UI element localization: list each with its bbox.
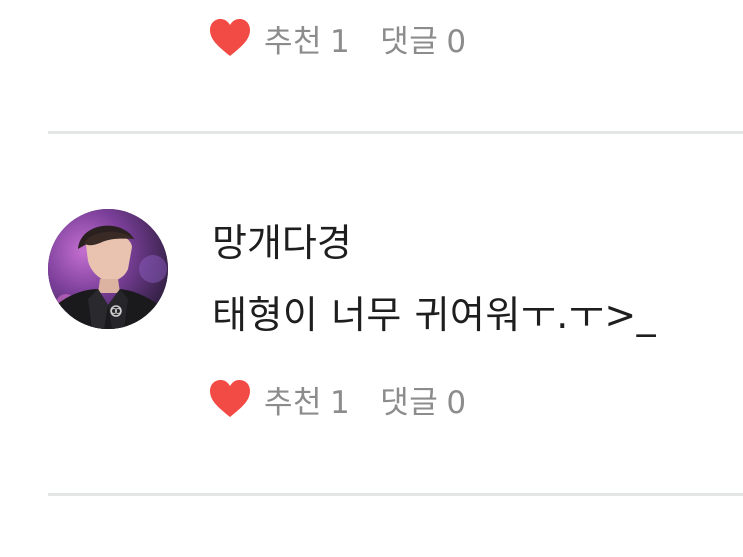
like-label: 추천	[264, 23, 323, 60]
like-button[interactable]: 추천 1	[264, 16, 350, 61]
reply-count: 0	[446, 384, 467, 421]
reply-button[interactable]: 댓글 0	[380, 377, 466, 422]
avatar[interactable]	[48, 209, 168, 329]
like-button[interactable]: 추천 1	[264, 377, 350, 422]
reply-button[interactable]: 댓글 0	[380, 16, 466, 61]
reply-label: 댓글	[380, 23, 439, 60]
heart-icon[interactable]	[209, 18, 251, 58]
reply-count: 0	[446, 23, 467, 60]
comment-text: 태형이 너무 귀여워ㅜ.ㅜ>_	[212, 293, 657, 337]
like-count: 1	[330, 23, 351, 60]
like-label: 추천	[264, 384, 323, 421]
comment-author[interactable]: 망개다경	[212, 212, 352, 267]
heart-icon[interactable]	[209, 379, 251, 419]
reply-label: 댓글	[380, 384, 439, 421]
like-count: 1	[330, 384, 351, 421]
divider	[48, 493, 743, 496]
comment-actions: 추천 1 댓글 0	[209, 377, 467, 422]
comment-actions: 추천 1 댓글 0	[209, 16, 467, 61]
divider	[48, 131, 743, 134]
